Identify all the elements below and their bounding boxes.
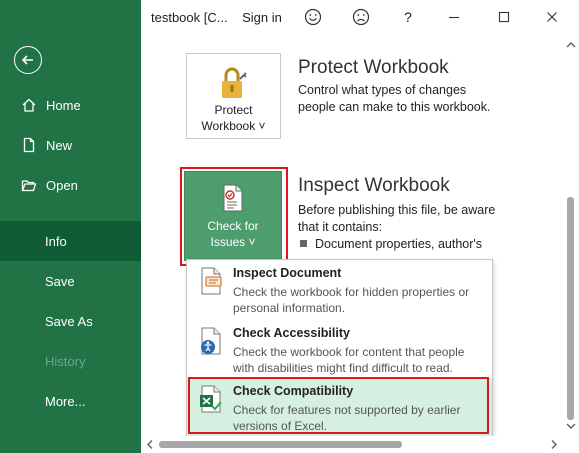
scroll-up-icon (566, 42, 576, 48)
menu-item-title: Inspect Document (233, 266, 342, 280)
check-for-issues-label-line2: Issues ˅ (210, 235, 256, 249)
protect-button-label-line1: Protect (214, 103, 253, 117)
protect-button-label-line2: Workbook ˅ (201, 119, 266, 133)
sidebar-item-info[interactable]: Info (0, 221, 141, 261)
inspect-document-icon (201, 267, 222, 295)
inspect-workbook-title: Inspect Workbook (298, 175, 450, 196)
inspect-bullet-item: Document properties, author's (300, 236, 560, 253)
inspect-document-icon (223, 184, 243, 212)
check-for-issues-button[interactable]: Check for Issues ˅ (184, 171, 282, 261)
close-button[interactable] (537, 0, 567, 34)
sidebar-item-label: Save (45, 273, 75, 289)
close-icon (547, 12, 557, 22)
maximize-button[interactable] (489, 0, 519, 34)
inspect-workbook-description: Before publishing this file, be aware th… (298, 203, 496, 234)
minimize-button[interactable] (439, 0, 469, 34)
check-for-issues-menu: Inspect Document Check the workbook for … (186, 259, 493, 436)
menu-item-title: Check Compatibility (233, 384, 354, 398)
excel-compatibility-icon (200, 385, 222, 413)
sidebar-item-save-as[interactable]: Save As (0, 301, 141, 341)
scroll-right-icon (551, 440, 557, 449)
smile-feedback-icon[interactable] (300, 0, 326, 34)
horizontal-scroll-thumb[interactable] (159, 441, 402, 448)
home-icon (20, 96, 38, 114)
sidebar-item-open[interactable]: Open (0, 165, 141, 205)
sidebar-item-label: Open (46, 177, 78, 193)
sidebar-item-save[interactable]: Save (0, 261, 141, 301)
folder-open-icon (20, 176, 38, 194)
sidebar-item-history: History (0, 341, 141, 381)
vertical-scrollbar[interactable] (563, 34, 579, 436)
scroll-left-icon (147, 440, 153, 449)
menu-item-check-compatibility[interactable]: Check Compatibility Check for features n… (187, 378, 492, 436)
backstage-sidebar: Home New Open Info Save Save As History … (0, 0, 141, 453)
protect-workbook-description: Control what types of changes people can… (298, 83, 491, 114)
sidebar-item-label: New (46, 137, 73, 153)
sidebar-item-label: Info (45, 233, 67, 249)
title-bar: testbook [C... Sign in ? (141, 0, 579, 34)
scroll-down-icon (566, 423, 576, 429)
help-button[interactable]: ? (395, 0, 421, 34)
lock-icon (221, 67, 247, 98)
sidebar-item-label: Home (46, 97, 81, 113)
protect-workbook-button[interactable]: Protect Workbook ˅ (186, 53, 281, 139)
sidebar-item-new[interactable]: New (0, 125, 141, 165)
back-arrow-icon (21, 55, 33, 65)
frown-feedback-icon[interactable] (348, 0, 374, 34)
menu-item-inspect-document[interactable]: Inspect Document Check the workbook for … (187, 260, 492, 318)
sign-in-link[interactable]: Sign in (242, 0, 282, 34)
minimize-icon (449, 16, 459, 19)
check-for-issues-label-line1: Check for (207, 219, 259, 233)
back-button[interactable] (14, 46, 42, 74)
menu-item-description: Check the workbook for hidden properties… (233, 285, 470, 315)
menu-item-description: Check the workbook for content that peop… (233, 345, 465, 375)
vertical-scroll-thumb[interactable] (567, 197, 574, 420)
maximize-icon (498, 11, 510, 23)
new-document-icon (20, 136, 38, 154)
sidebar-item-label: Save As (45, 313, 93, 329)
sidebar-item-home[interactable]: Home (0, 85, 141, 125)
sidebar-item-more[interactable]: More... (0, 381, 141, 421)
menu-item-description: Check for features not supported by earl… (233, 403, 461, 433)
accessibility-icon (201, 327, 221, 355)
sidebar-item-label: More... (45, 393, 86, 409)
protect-workbook-title: Protect Workbook (298, 57, 449, 78)
window-title: testbook [C... (151, 9, 228, 25)
menu-item-check-accessibility[interactable]: Check Accessibility Check the workbook f… (187, 320, 492, 378)
bullet-icon (300, 240, 307, 247)
inspect-bullet-text: Document properties, author's (315, 237, 483, 251)
menu-item-title: Check Accessibility (233, 326, 350, 340)
sidebar-item-label: History (45, 353, 86, 369)
horizontal-scrollbar[interactable] (141, 436, 579, 453)
